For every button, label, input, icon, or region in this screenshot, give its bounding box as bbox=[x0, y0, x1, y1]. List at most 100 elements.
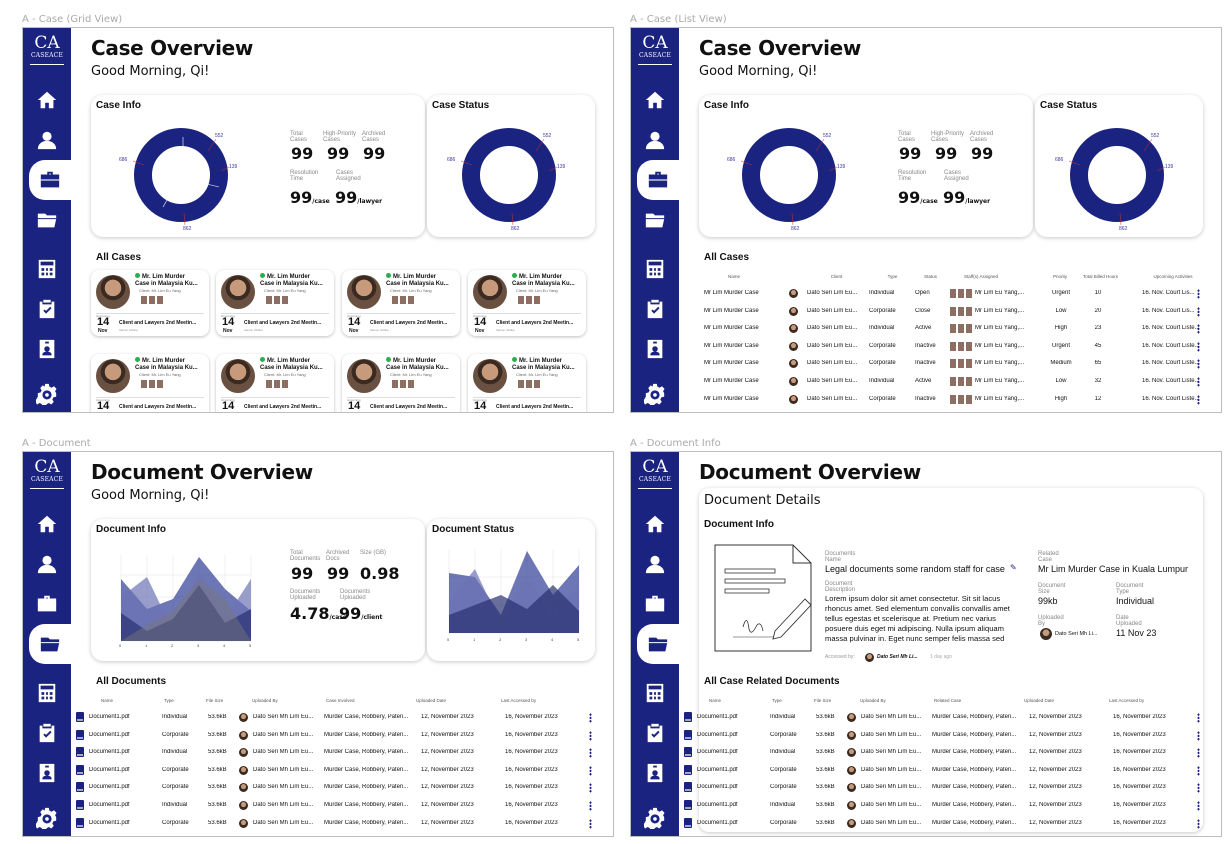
column-header[interactable]: Name bbox=[709, 698, 721, 703]
nav-calculator[interactable] bbox=[631, 249, 679, 289]
column-header[interactable]: Last Accessed by bbox=[501, 698, 536, 703]
column-header[interactable]: Last Accessed by bbox=[1109, 698, 1144, 703]
table-cell: Mr Lim Eu Yang,... bbox=[975, 325, 1025, 332]
more-options-icon[interactable] bbox=[1197, 324, 1200, 335]
nav-settings-gear[interactable] bbox=[23, 374, 71, 412]
nav-briefcase[interactable] bbox=[29, 160, 71, 200]
column-header[interactable]: Name bbox=[101, 698, 113, 703]
more-options-icon[interactable] bbox=[1197, 359, 1200, 370]
nav-user[interactable] bbox=[23, 120, 71, 160]
more-options-icon[interactable] bbox=[589, 730, 592, 741]
column-header[interactable]: File Size bbox=[814, 698, 831, 703]
column-header[interactable]: Name bbox=[704, 274, 764, 279]
more-options-icon[interactable] bbox=[1197, 306, 1200, 317]
x-tick-label: 1 bbox=[473, 637, 476, 642]
nav-calculator[interactable] bbox=[23, 673, 71, 713]
document-type: Individual bbox=[1116, 596, 1155, 606]
column-header[interactable]: Uploaded By bbox=[860, 698, 886, 703]
nav-user[interactable] bbox=[631, 120, 679, 160]
column-header[interactable]: Client bbox=[809, 274, 864, 279]
nav-id-badge[interactable] bbox=[23, 329, 71, 369]
nav-settings-gear[interactable] bbox=[23, 798, 71, 836]
more-options-icon[interactable] bbox=[589, 748, 592, 759]
more-options-icon[interactable] bbox=[1197, 765, 1200, 776]
staff-avatars bbox=[950, 394, 972, 404]
more-options-icon[interactable] bbox=[1197, 341, 1200, 352]
table-cell: Inactive bbox=[915, 395, 936, 402]
nav-briefcase[interactable] bbox=[637, 160, 679, 200]
nav-user[interactable] bbox=[631, 544, 679, 584]
more-options-icon[interactable] bbox=[589, 783, 592, 794]
nav-home[interactable] bbox=[23, 504, 71, 544]
column-header[interactable]: Total Billed Hours bbox=[1078, 274, 1123, 279]
avatar bbox=[789, 324, 798, 334]
document-name[interactable]: Legal documents some random staff for ca… bbox=[825, 564, 1013, 574]
more-options-icon[interactable] bbox=[1197, 748, 1200, 759]
more-options-icon[interactable] bbox=[1197, 394, 1200, 405]
column-header[interactable]: Case Involved bbox=[326, 698, 355, 703]
table-cell: Individual bbox=[162, 802, 188, 808]
case-card[interactable]: Mr. Lim Murder Case in Malaysia Ku... Clie… bbox=[342, 270, 460, 336]
nav-settings-gear[interactable] bbox=[631, 374, 679, 412]
nav-calculator[interactable] bbox=[23, 249, 71, 289]
more-options-icon[interactable] bbox=[589, 765, 592, 776]
more-options-icon[interactable] bbox=[1197, 801, 1200, 811]
column-header[interactable]: Uploaded Date bbox=[1024, 698, 1054, 703]
nav-folder[interactable] bbox=[29, 624, 71, 664]
nav-user[interactable] bbox=[23, 544, 71, 584]
column-header[interactable]: Type bbox=[772, 698, 782, 703]
pdf-file-icon bbox=[684, 817, 692, 828]
nav-id-badge[interactable] bbox=[23, 753, 71, 793]
column-header[interactable]: Uploaded Date bbox=[416, 698, 446, 703]
case-card[interactable]: Mr. Lim Murder Case in Malaysia Ku... Clie… bbox=[91, 270, 209, 336]
more-options-icon[interactable] bbox=[589, 801, 592, 811]
nav-id-badge[interactable] bbox=[631, 753, 679, 793]
column-header[interactable]: Staff(s) Assigned bbox=[951, 274, 1011, 279]
more-options-icon[interactable] bbox=[1197, 377, 1200, 387]
column-header[interactable]: Related Case bbox=[934, 698, 961, 703]
table-cell: Inactive bbox=[915, 342, 936, 349]
nav-settings-gear[interactable] bbox=[631, 798, 679, 836]
edit-pencil-icon[interactable]: ✎ bbox=[1010, 563, 1017, 572]
column-header[interactable]: Type bbox=[875, 274, 910, 279]
column-header[interactable]: File Size bbox=[206, 698, 223, 703]
nav-folder[interactable] bbox=[23, 200, 71, 240]
case-card[interactable]: Mr. Lim Murder Case in Malaysia Ku... Clie… bbox=[468, 270, 586, 336]
nav-clipboard-check[interactable] bbox=[23, 289, 71, 329]
nav-folder[interactable] bbox=[637, 624, 679, 664]
nav-clipboard-check[interactable] bbox=[631, 713, 679, 753]
column-header[interactable]: Uploaded By bbox=[252, 698, 278, 703]
table-cell: Dato Seri Lim Eu... bbox=[807, 395, 858, 402]
nav-briefcase[interactable] bbox=[23, 584, 71, 624]
case-card[interactable]: Mr. Lim Murder Case in Malaysia Ku... Clie… bbox=[216, 354, 334, 412]
table-cell: 53.6kB bbox=[816, 819, 835, 826]
nav-home[interactable] bbox=[631, 80, 679, 120]
nav-briefcase[interactable] bbox=[631, 584, 679, 624]
more-options-icon[interactable] bbox=[1197, 289, 1200, 299]
more-options-icon[interactable] bbox=[1197, 818, 1200, 829]
nav-id-badge[interactable] bbox=[631, 329, 679, 369]
nav-calculator[interactable] bbox=[631, 673, 679, 713]
staff-avatars bbox=[141, 296, 163, 304]
case-card[interactable]: Mr. Lim Murder Case in Malaysia Ku... Clie… bbox=[468, 354, 586, 412]
column-header[interactable]: Upcoming Activities bbox=[1142, 274, 1204, 279]
column-header[interactable]: Status bbox=[913, 274, 948, 279]
nav-home[interactable] bbox=[23, 80, 71, 120]
case-card[interactable]: Mr. Lim Murder Case in Malaysia Ku... Clie… bbox=[91, 354, 209, 412]
case-card[interactable]: Mr. Lim Murder Case in Malaysia Ku... Clie… bbox=[216, 270, 334, 336]
nav-folder[interactable] bbox=[631, 200, 679, 240]
nav-home[interactable] bbox=[631, 504, 679, 544]
nav-clipboard-check[interactable] bbox=[631, 289, 679, 329]
more-options-icon[interactable] bbox=[1197, 783, 1200, 794]
more-options-icon[interactable] bbox=[589, 713, 592, 723]
column-header[interactable]: Type bbox=[164, 698, 174, 703]
case-card[interactable]: Mr. Lim Murder Case in Malaysia Ku... Clie… bbox=[342, 354, 460, 412]
column-header[interactable]: Priority bbox=[1045, 274, 1075, 279]
more-options-icon[interactable] bbox=[1197, 730, 1200, 741]
table-cell: 12, November 2023 bbox=[421, 802, 474, 808]
related-case[interactable]: Mr Lim Murder Case in Kuala Lumpur bbox=[1038, 564, 1188, 574]
case-card-client: Client: Mr. Lim Eu Yang bbox=[516, 372, 558, 377]
nav-clipboard-check[interactable] bbox=[23, 713, 71, 753]
more-options-icon[interactable] bbox=[1197, 713, 1200, 723]
more-options-icon[interactable] bbox=[589, 818, 592, 829]
